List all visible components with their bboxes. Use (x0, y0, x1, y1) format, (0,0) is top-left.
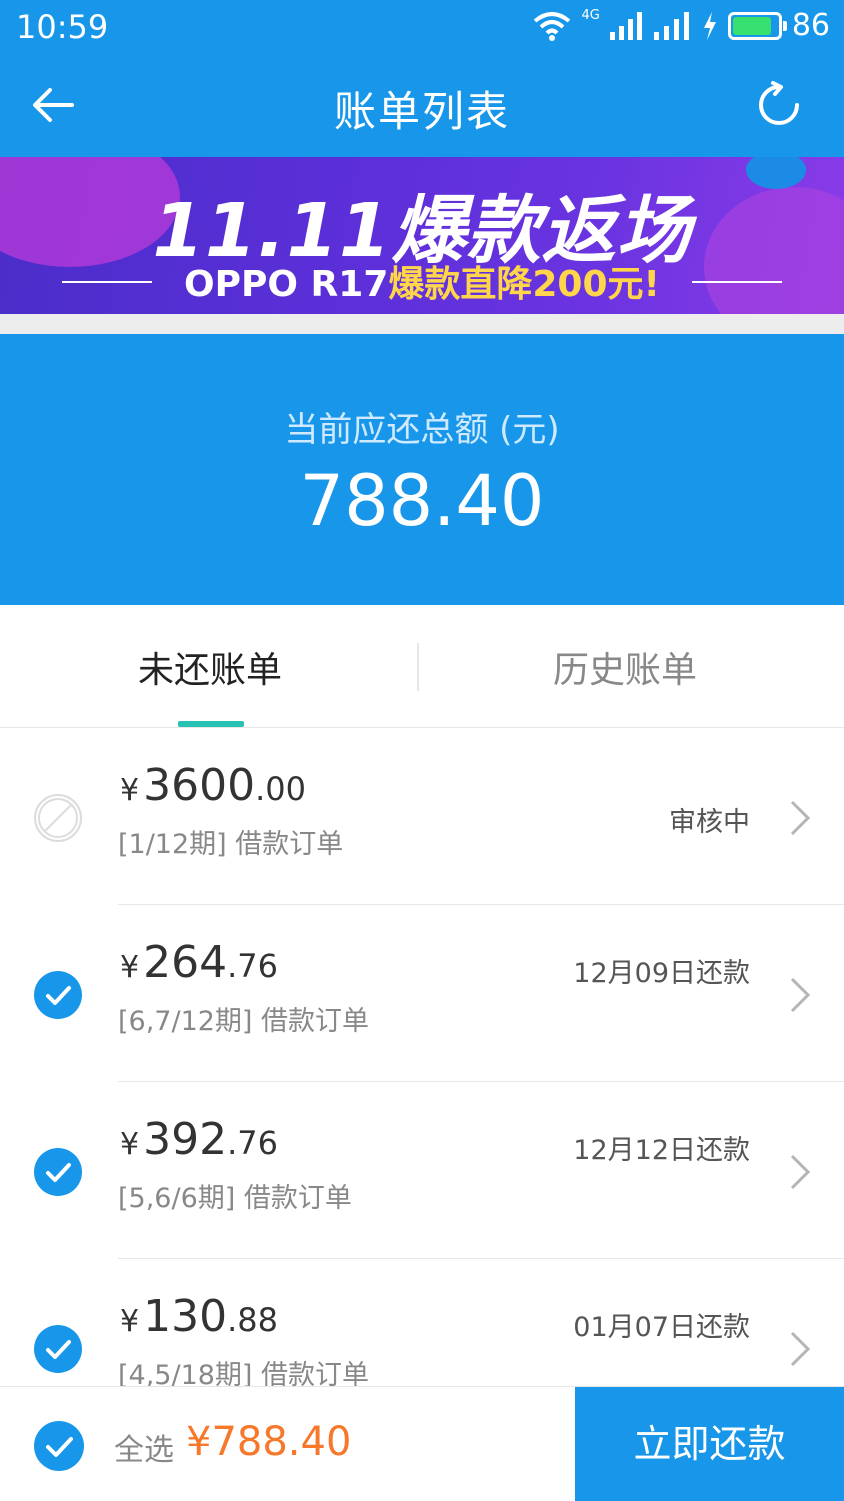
bill-amount: ¥130.88 (120, 1291, 278, 1342)
checked-icon[interactable] (34, 1325, 82, 1373)
chevron-right-icon (790, 800, 811, 836)
bill-row[interactable]: ¥3600.00 [1/12期] 借款订单 审核中 (0, 728, 844, 905)
banner-sub-white: OPPO R17 (184, 264, 389, 305)
nav-bar: 账单列表 (0, 54, 844, 157)
yen-sign: ¥ (120, 950, 140, 985)
disabled-circle-icon (34, 794, 82, 842)
bill-amount: ¥264.76 (120, 937, 278, 988)
promo-banner[interactable]: 11.11爆款返场 OPPO R17爆款直降200元! (0, 157, 844, 314)
chevron-right-icon (790, 977, 811, 1013)
bill-amount-dec: .88 (227, 1301, 278, 1339)
active-tab-indicator (178, 721, 244, 727)
signal-icon-2 (653, 11, 689, 40)
banner-sub-end: ! (643, 264, 660, 305)
total-due-label: 当前应还总额 (元) (284, 410, 560, 450)
refresh-icon[interactable] (754, 80, 804, 130)
yen-sign: ¥ (120, 1127, 140, 1162)
bill-tabs: 未还账单 历史账单 (0, 605, 844, 728)
total-due-amount: 788.40 (299, 460, 545, 542)
status-time: 10:59 (16, 8, 109, 46)
bill-row[interactable]: ¥392.76 [5,6/6期] 借款订单 12月12日还款 (0, 1082, 844, 1259)
bill-desc: [1/12期] 借款订单 (118, 829, 344, 860)
checked-icon[interactable] (34, 971, 82, 1019)
bill-amount-dec: .76 (227, 1124, 278, 1162)
signal-icon (609, 11, 642, 40)
section-gap (0, 314, 844, 334)
battery-icon (727, 11, 787, 40)
checked-icon[interactable] (34, 1148, 82, 1196)
status-icons: 4G 86 (533, 8, 830, 43)
select-all-checked-icon[interactable] (34, 1421, 84, 1471)
bill-amount-int: 264 (143, 937, 228, 988)
tab-unpaid[interactable]: 未还账单 (138, 641, 282, 693)
chevron-right-icon (790, 1154, 811, 1190)
selected-total: ¥788.40 (186, 1419, 352, 1465)
bill-amount-int: 130 (143, 1291, 228, 1342)
bill-row[interactable]: ¥264.76 [6,7/12期] 借款订单 12月09日还款 (0, 905, 844, 1082)
bill-due-date: 12月09日还款 (573, 958, 750, 989)
yen-sign: ¥ (120, 1304, 140, 1339)
bill-amount-int: 392 (143, 1114, 228, 1165)
wifi-icon (534, 11, 571, 41)
bill-amount-dec: .76 (227, 947, 278, 985)
banner-line-right (692, 281, 782, 283)
charging-icon (703, 11, 716, 40)
bill-amount-dec: .00 (255, 770, 306, 808)
bill-amount-int: 3600 (143, 760, 256, 811)
bill-desc: [6,7/12期] 借款订单 (118, 1006, 370, 1037)
pay-now-button[interactable]: 立即还款 (575, 1387, 844, 1501)
payment-footer: 全选 ¥788.40 立即还款 (0, 1386, 844, 1501)
total-due-summary: 当前应还总额 (元) 788.40 (0, 334, 844, 605)
banner-sub-yellow: 爆款直降200元 (388, 264, 644, 305)
page-title: 账单列表 (333, 87, 510, 136)
network-type: 4G (581, 8, 600, 23)
chevron-right-icon (790, 1331, 811, 1367)
select-all-label[interactable]: 全选 (114, 1425, 174, 1469)
bill-due-date: 01月07日还款 (573, 1312, 750, 1343)
tab-history[interactable]: 历史账单 (553, 641, 697, 693)
bill-amount: ¥3600.00 (120, 760, 306, 811)
bill-due-date: 12月12日还款 (573, 1135, 750, 1166)
bill-status: 审核中 (669, 807, 750, 838)
battery-percent: 86 (791, 8, 830, 43)
tab-divider (417, 643, 419, 691)
status-bar: 10:59 4G 86 (0, 0, 844, 54)
yen-sign: ¥ (120, 773, 140, 808)
bill-desc: [5,6/6期] 借款订单 (118, 1183, 352, 1214)
bill-amount: ¥392.76 (120, 1114, 278, 1165)
